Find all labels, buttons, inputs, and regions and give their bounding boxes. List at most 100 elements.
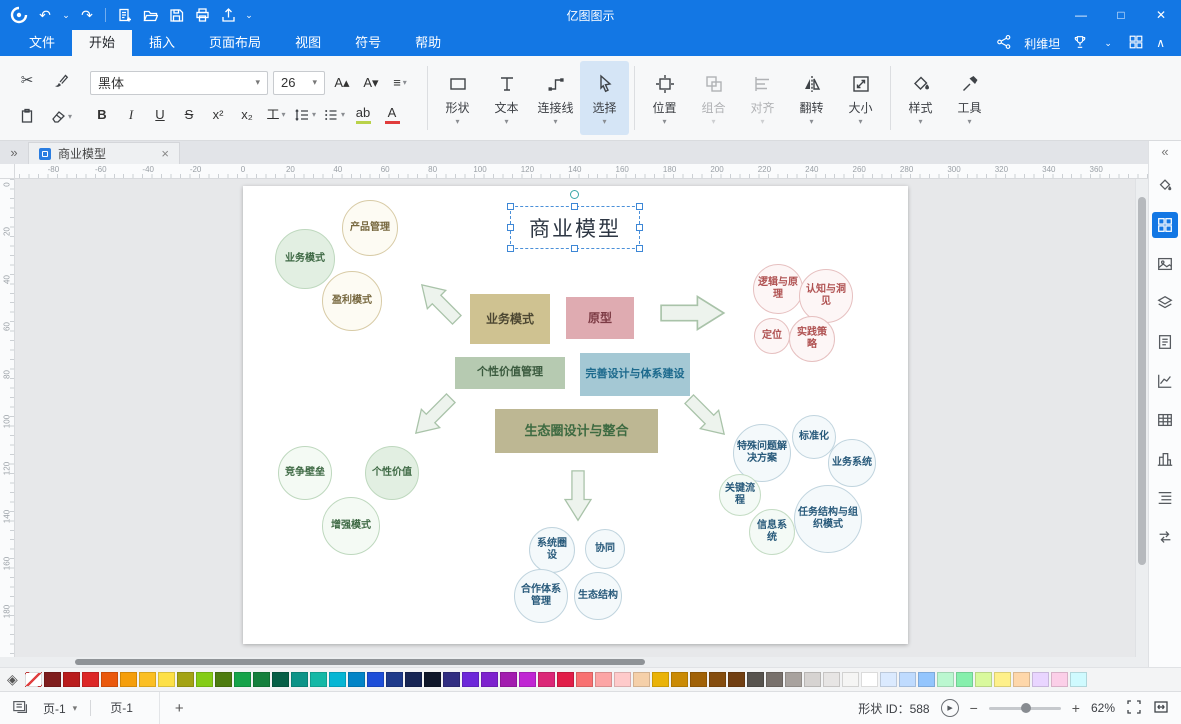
italic-button[interactable]: I (119, 104, 143, 126)
color-swatch[interactable] (329, 672, 346, 687)
diagram-circle[interactable]: 实践策略 (789, 316, 835, 362)
trophy-icon[interactable] (1072, 34, 1088, 53)
user-name[interactable]: 利维坦 (1024, 35, 1060, 52)
color-swatch[interactable] (519, 672, 536, 687)
color-swatch[interactable] (462, 672, 479, 687)
resize-handle-ne[interactable] (636, 203, 643, 210)
highlight-color-button[interactable]: ab (351, 104, 375, 126)
page[interactable]: 商业模型 业务模式原型个性价值管理完善设计与体系建设生态圈设计与整合产品管理业务… (243, 186, 908, 644)
diagram-circle[interactable]: 产品管理 (342, 200, 398, 256)
color-swatch[interactable] (215, 672, 232, 687)
color-swatch[interactable] (633, 672, 650, 687)
color-swatch[interactable] (728, 672, 745, 687)
color-swatch[interactable] (253, 672, 270, 687)
strikethrough-button[interactable]: S (177, 104, 201, 126)
page-tab[interactable]: 页-1 (100, 692, 160, 724)
color-swatch[interactable] (139, 672, 156, 687)
resize-handle-s[interactable] (571, 245, 578, 252)
redo-button[interactable]: ↷ (74, 0, 100, 30)
color-swatch[interactable] (747, 672, 764, 687)
font-size-select[interactable]: 26 ▾ (273, 71, 325, 95)
block-arrow-down-right[interactable] (681, 391, 733, 443)
ruler-horizontal[interactable]: 00-80-60-40-2002040608010012014016018020… (0, 164, 1148, 179)
horizontal-scrollbar[interactable] (0, 657, 1148, 667)
diagram-circle[interactable]: 协同 (585, 529, 625, 569)
text-align-button[interactable]: ≡ ▾ (388, 72, 412, 94)
flip-button[interactable]: 翻转 ▾ (787, 61, 836, 135)
color-swatch[interactable] (44, 672, 61, 687)
color-swatch[interactable] (671, 672, 688, 687)
export-button[interactable] (215, 0, 241, 30)
resize-handle-nw[interactable] (507, 203, 514, 210)
color-swatch[interactable] (709, 672, 726, 687)
color-swatch[interactable] (861, 672, 878, 687)
apps-grid-icon[interactable] (1128, 34, 1144, 53)
tab-close-icon[interactable]: × (161, 146, 169, 161)
color-swatch[interactable] (595, 672, 612, 687)
color-swatch[interactable] (405, 672, 422, 687)
undo-button[interactable]: ↶ (32, 0, 58, 30)
diagram-circle[interactable]: 个性价值 (365, 446, 419, 500)
color-swatch[interactable] (291, 672, 308, 687)
color-swatch[interactable] (823, 672, 840, 687)
menu-page-layout[interactable]: 页面布局 (192, 30, 278, 56)
color-swatch[interactable] (918, 672, 935, 687)
diagram-circle[interactable]: 合作体系管理 (514, 569, 568, 623)
menu-symbols[interactable]: 符号 (338, 30, 398, 56)
shape-tool-button[interactable]: 形状 ▾ (433, 61, 482, 135)
cut-button[interactable]: ✂ (14, 68, 40, 92)
diagram-circle[interactable]: 任务结构与组织模式 (794, 485, 862, 553)
connector-tool-button[interactable]: 连接线 ▾ (531, 61, 580, 135)
menu-file[interactable]: 文件 (12, 30, 72, 56)
size-button[interactable]: 大小 ▾ (836, 61, 885, 135)
trophy-caret[interactable]: ⌄ (1100, 28, 1116, 58)
close-button[interactable]: ✕ (1141, 0, 1181, 30)
undo-history-caret[interactable]: ⌄ (58, 0, 74, 30)
color-swatch[interactable] (899, 672, 916, 687)
eraser-button[interactable]: ▾ (48, 104, 74, 128)
diagram-circle[interactable]: 关键流程 (719, 474, 761, 516)
menu-home[interactable]: 开始 (72, 30, 132, 56)
palette-pen-icon[interactable]: ◈ (7, 671, 18, 688)
color-swatch[interactable] (1051, 672, 1068, 687)
color-swatch[interactable] (880, 672, 897, 687)
block-arrow-down[interactable] (552, 470, 604, 522)
align-button[interactable]: 对齐 ▾ (738, 61, 787, 135)
fullscreen-icon[interactable] (1126, 699, 1142, 718)
diagram-circle[interactable]: 竞争壁垒 (278, 446, 332, 500)
document-tab[interactable]: 商业模型 × (28, 142, 180, 164)
collapse-ribbon-icon[interactable]: ∧ (1156, 36, 1165, 50)
chart-panel-icon[interactable] (1152, 368, 1178, 394)
color-swatch[interactable] (481, 672, 498, 687)
format-fill-icon[interactable] (1152, 173, 1178, 199)
zoom-slider[interactable] (989, 707, 1061, 710)
save-button[interactable] (163, 0, 189, 30)
vertical-scrollbar[interactable] (1135, 179, 1148, 657)
underline-button[interactable]: U (148, 104, 172, 126)
subscript-button[interactable]: x₂ (235, 104, 259, 126)
maximize-button[interactable]: □ (1101, 0, 1141, 30)
block-arrow-up-left[interactable] (413, 276, 465, 328)
ruler-vertical[interactable]: 020406080100120140160180 (0, 179, 15, 657)
resize-handle-se[interactable] (636, 245, 643, 252)
minimize-button[interactable]: — (1061, 0, 1101, 30)
color-swatch[interactable] (348, 672, 365, 687)
print-button[interactable] (189, 0, 215, 30)
image-panel-icon[interactable] (1152, 251, 1178, 277)
diagram-circle[interactable]: 系统圈设 (529, 527, 575, 573)
color-swatch[interactable] (1032, 672, 1049, 687)
diagram-box[interactable]: 业务模式 (470, 294, 550, 344)
color-swatch[interactable] (956, 672, 973, 687)
color-swatch[interactable] (538, 672, 555, 687)
font-color-button[interactable]: A (380, 104, 404, 126)
style-button[interactable]: 样式 ▾ (896, 61, 945, 135)
diagram-circle[interactable]: 增强模式 (322, 497, 380, 555)
color-swatch[interactable] (937, 672, 954, 687)
note-panel-icon[interactable] (1152, 329, 1178, 355)
diagram-box[interactable]: 完善设计与体系建设 (580, 353, 690, 396)
diagram-circle[interactable]: 生态结构 (574, 572, 622, 620)
diagram-box[interactable]: 个性价值管理 (455, 357, 565, 389)
select-tool-button[interactable]: 选择 ▾ (580, 61, 629, 135)
group-button[interactable]: 组合 ▾ (689, 61, 738, 135)
diagram-box[interactable]: 生态圈设计与整合 (495, 409, 658, 453)
